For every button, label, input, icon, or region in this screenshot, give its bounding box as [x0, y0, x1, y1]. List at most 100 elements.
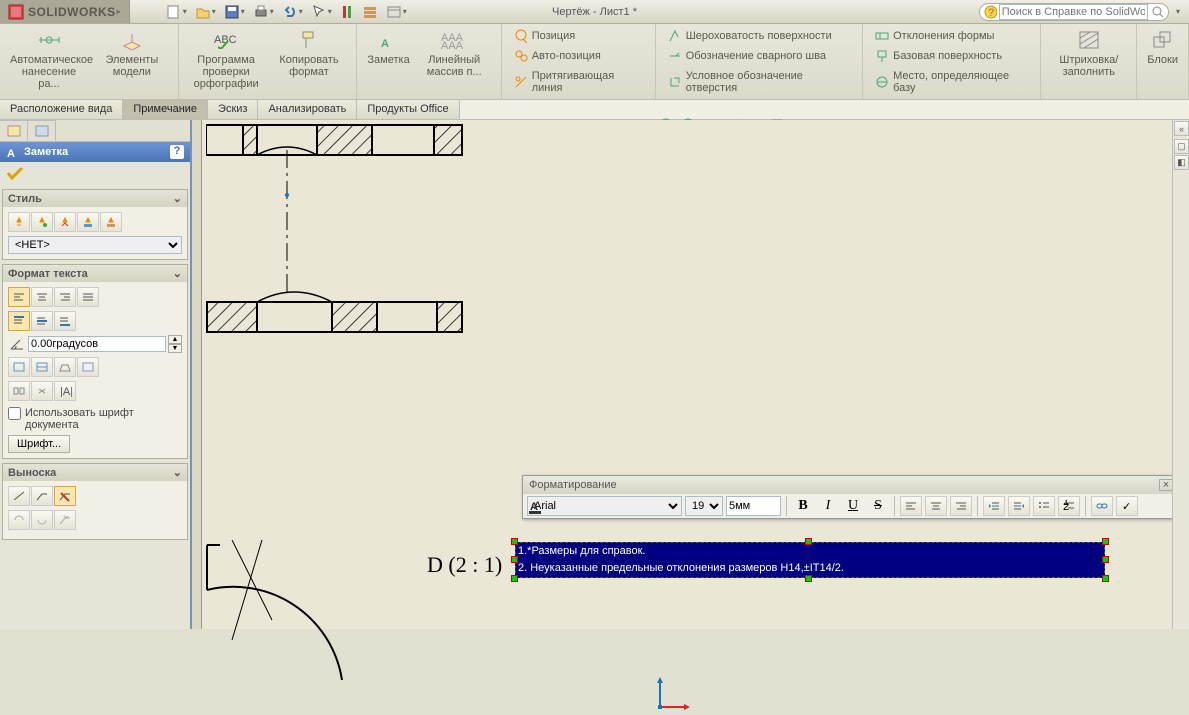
link-button[interactable]	[1091, 496, 1113, 516]
save-button[interactable]: ▾	[221, 1, 248, 23]
help-icon[interactable]: ?	[170, 145, 184, 159]
fmt-opt-1[interactable]	[8, 357, 30, 377]
help-search[interactable]: ? ▾	[979, 3, 1169, 21]
linear-pattern-button[interactable]: AAAAAA Линейный массив п...	[414, 26, 495, 97]
tab-evaluate[interactable]: Анализировать	[258, 100, 357, 119]
spell-check-button[interactable]: ABC Программа проверки орфографии	[185, 26, 268, 97]
font-button[interactable]: Шрифт...	[8, 435, 70, 453]
format-painter-button[interactable]: Копировать формат	[268, 26, 351, 97]
help-search-input[interactable]	[999, 4, 1148, 20]
valign-middle-button[interactable]	[31, 311, 53, 331]
leader-opt-1[interactable]	[8, 510, 30, 530]
angle-down[interactable]: ▼	[168, 344, 182, 353]
collapse-icon[interactable]: ⌄	[173, 267, 182, 280]
weld-symbol-button[interactable]: Обозначение сварного шва	[666, 48, 852, 64]
resize-handle[interactable]	[511, 556, 518, 563]
undo-button[interactable]: ▾	[279, 1, 306, 23]
angle-input[interactable]	[28, 336, 166, 352]
resize-handle[interactable]	[805, 538, 812, 545]
search-icon[interactable]	[1152, 6, 1164, 18]
balloon-button[interactable]: Позиция	[512, 28, 645, 44]
align-justify-button[interactable]	[77, 287, 99, 307]
use-doc-font-checkbox[interactable]	[8, 407, 21, 420]
style-btn-3[interactable]	[54, 212, 76, 232]
note-annotation[interactable]: 1.*Размеры для справок. 2. Неуказанные п…	[515, 542, 1105, 578]
strike-button[interactable]: S	[867, 496, 889, 516]
style-btn-2[interactable]	[31, 212, 53, 232]
resize-handle[interactable]	[511, 538, 518, 545]
italic-button[interactable]: I	[817, 496, 839, 516]
style-select[interactable]: <НЕТ>	[8, 236, 182, 254]
style-btn-4[interactable]	[77, 212, 99, 232]
style-btn-5[interactable]	[100, 212, 122, 232]
leader-opt-2[interactable]	[31, 510, 53, 530]
note-button[interactable]: A Заметка	[363, 26, 413, 97]
new-button[interactable]: ▾	[163, 1, 190, 23]
fm-tab-2[interactable]	[28, 120, 56, 141]
blocks-button[interactable]: Блоки	[1143, 26, 1182, 97]
fm-tab-1[interactable]	[0, 120, 28, 141]
datum-feature-button[interactable]: Базовая поверхность	[873, 48, 1030, 64]
resize-handle[interactable]	[511, 575, 518, 582]
align-center-button[interactable]	[31, 287, 53, 307]
valign-top-button[interactable]	[8, 311, 30, 331]
tab-annotation[interactable]: Примечание	[123, 100, 208, 119]
options-button[interactable]	[359, 1, 381, 23]
rebuild-button[interactable]	[337, 1, 357, 23]
underline-button[interactable]: U	[842, 496, 864, 516]
fmt-opt-4[interactable]	[77, 357, 99, 377]
indent-less-button[interactable]	[983, 496, 1005, 516]
geometric-tolerance-button[interactable]: Отклонения формы	[873, 28, 1030, 44]
print-button[interactable]: ▾	[250, 1, 277, 23]
fmt-opt-6[interactable]	[31, 381, 53, 401]
fmt-opt-7[interactable]: |A|	[54, 381, 76, 401]
magnetic-line-button[interactable]: Притягивающая линия	[512, 69, 645, 95]
valign-bottom-button[interactable]	[54, 311, 76, 331]
style-btn-1[interactable]	[8, 212, 30, 232]
resize-handle[interactable]	[805, 575, 812, 582]
align-right-button[interactable]	[54, 287, 76, 307]
fmt-opt-3[interactable]	[54, 357, 76, 377]
select-button[interactable]: ▾	[308, 1, 335, 23]
hole-callout-button[interactable]: Условное обозначение отверстия	[666, 69, 852, 95]
model-items-button[interactable]: Элементы модели	[92, 26, 172, 97]
justify-center-button[interactable]	[925, 496, 947, 516]
fmt-opt-2[interactable]	[31, 357, 53, 377]
leader-straight[interactable]	[8, 486, 30, 506]
leader-none[interactable]	[54, 486, 76, 506]
resize-handle[interactable]	[1102, 556, 1109, 563]
justify-right-button[interactable]	[950, 496, 972, 516]
angle-up[interactable]: ▲	[168, 335, 182, 344]
justify-left-button[interactable]	[900, 496, 922, 516]
chevron-down-icon[interactable]: ▾	[1176, 7, 1180, 16]
expand-panel-icon[interactable]: «	[1174, 121, 1189, 136]
indent-more-button[interactable]	[1008, 496, 1030, 516]
datum-target-button[interactable]: Место, определяющее базу	[873, 69, 1030, 95]
leader-opt-3[interactable]	[54, 510, 76, 530]
hatch-fill-button[interactable]: Штриховка/заполнить	[1047, 26, 1130, 97]
leader-bent[interactable]	[31, 486, 53, 506]
tab-office[interactable]: Продукты Office	[357, 100, 459, 119]
tab-view-layout[interactable]: Расположение вида	[0, 100, 123, 119]
font-select[interactable]: Arial	[527, 496, 682, 516]
fmt-opt-5[interactable]	[8, 381, 30, 401]
ok-icon[interactable]	[6, 166, 24, 180]
panel-btn-1[interactable]: ▢	[1174, 139, 1189, 154]
numbering-button[interactable]: 12	[1058, 496, 1080, 516]
resize-handle[interactable]	[1102, 575, 1109, 582]
bold-button[interactable]: B	[792, 496, 814, 516]
app-logo[interactable]: SOLIDWORKS ▸	[0, 0, 130, 23]
collapse-icon[interactable]: ⌄	[173, 466, 182, 479]
panel-btn-2[interactable]: ◧	[1174, 155, 1189, 170]
text-fill-icon[interactable]: A	[527, 498, 545, 514]
smart-dimension-button[interactable]: Автоматическое нанесение ра...	[6, 26, 92, 97]
spacing-input[interactable]	[726, 496, 781, 516]
align-left-button[interactable]	[8, 287, 30, 307]
note-line-1[interactable]: 1.*Размеры для справок.	[518, 543, 1102, 560]
size-select[interactable]: 19	[685, 496, 723, 516]
bullets-button[interactable]	[1033, 496, 1055, 516]
symbol-button[interactable]: ✓	[1116, 496, 1138, 516]
collapse-icon[interactable]: ⌄	[173, 192, 182, 205]
open-button[interactable]: ▾	[192, 1, 219, 23]
drawing-canvas[interactable]: D (2 : 1) Форматирование × A Arial 19	[191, 120, 1189, 629]
